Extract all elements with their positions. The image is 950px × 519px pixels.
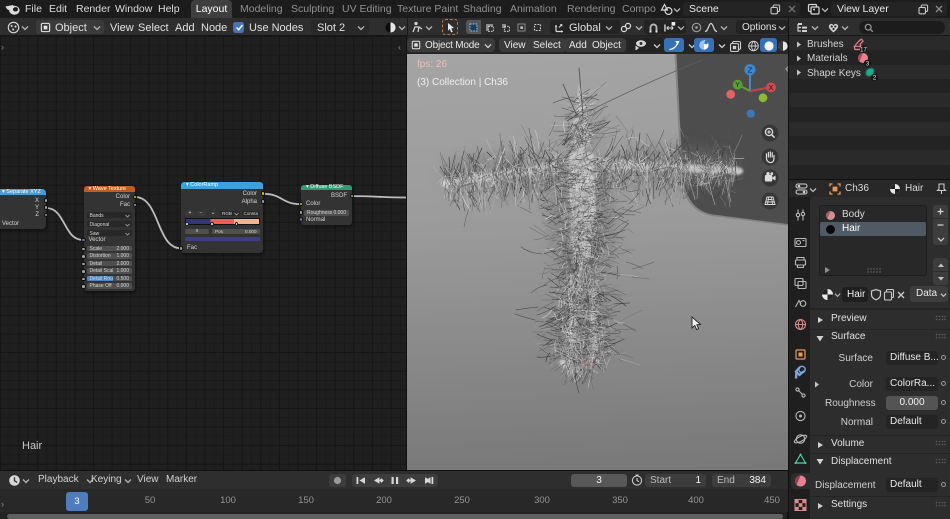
svg-text:X: X — [769, 85, 774, 92]
svg-text:Y: Y — [735, 82, 740, 89]
svg-text:Z: Z — [748, 65, 753, 74]
